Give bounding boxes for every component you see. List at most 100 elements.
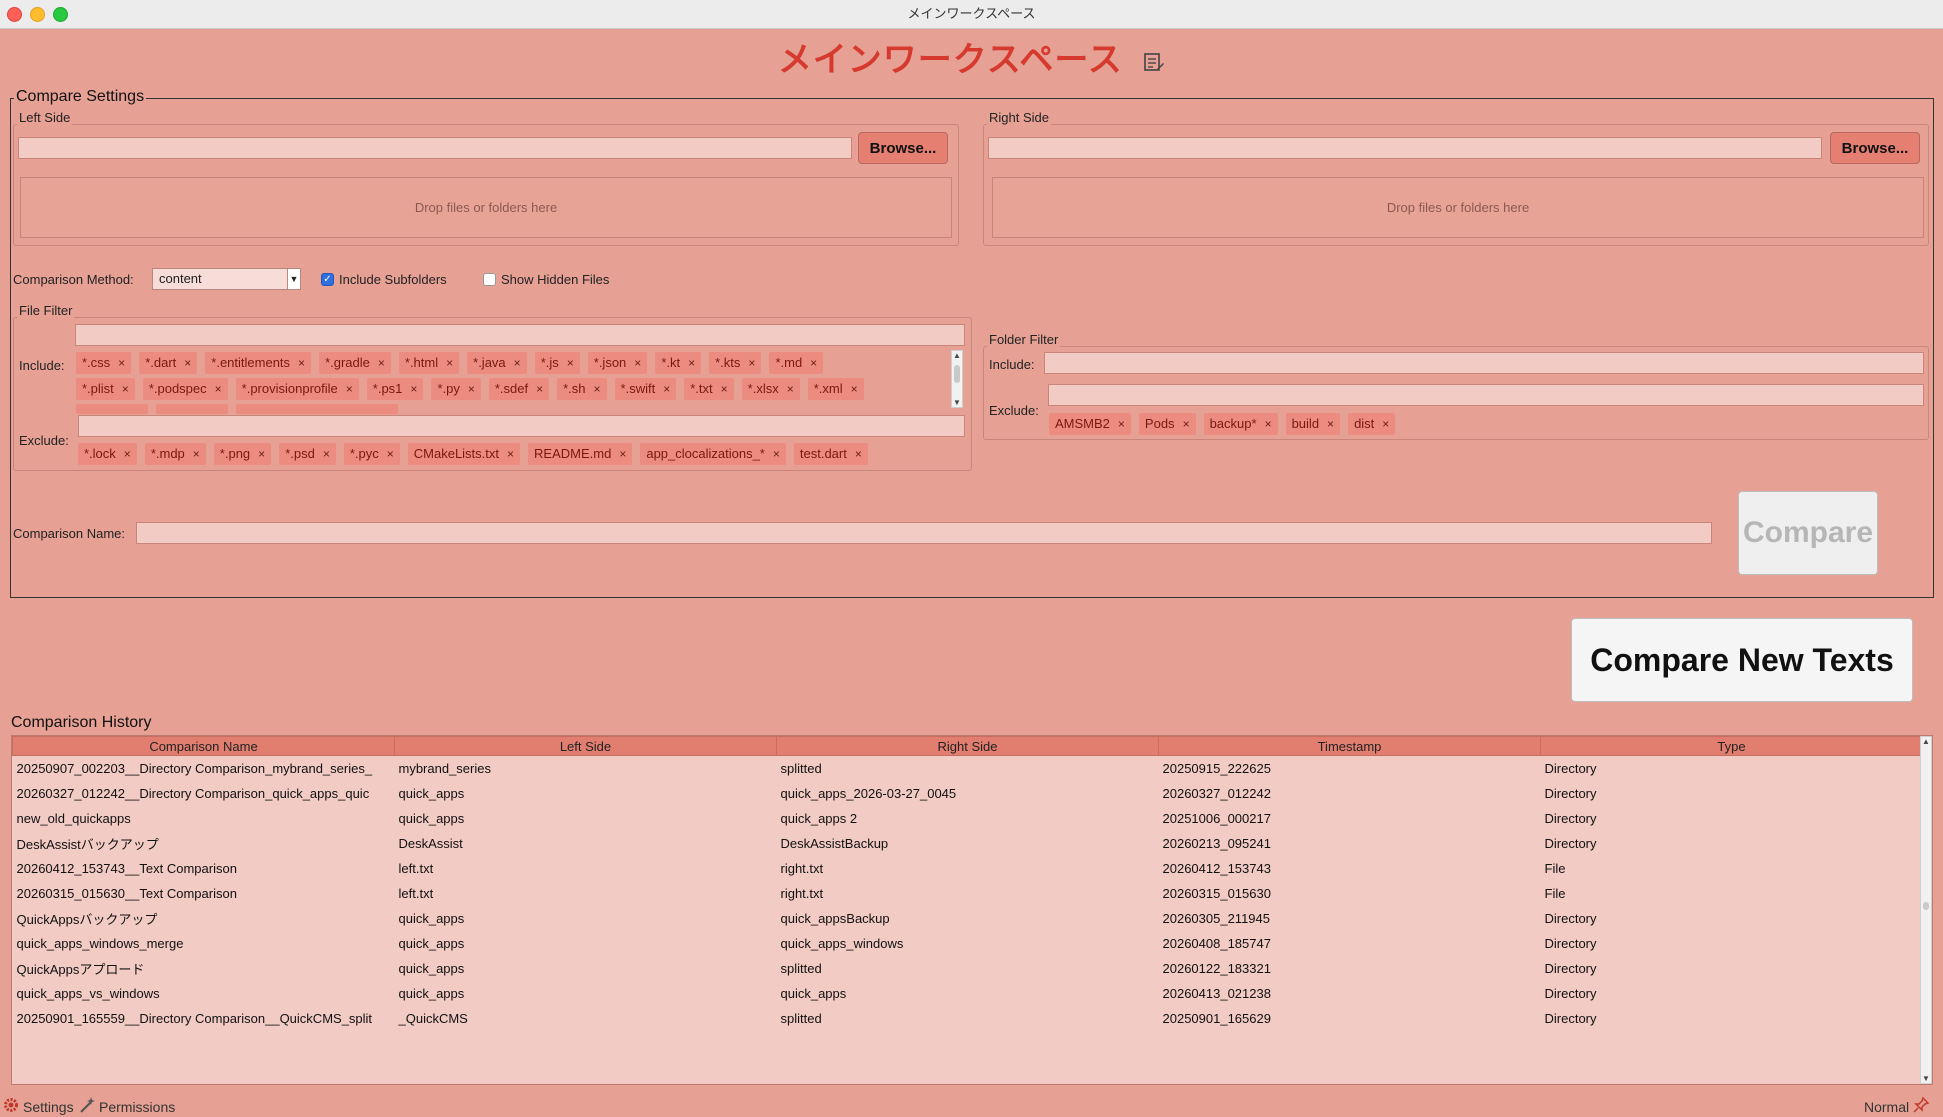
history-scrollbar[interactable]: ▲ ▼ [1920,736,1932,1084]
remove-tag-icon[interactable]: × [855,445,862,463]
remove-tag-icon[interactable]: × [1382,415,1389,433]
filter-tag: *.entitlements × [205,352,312,374]
remove-tag-icon[interactable]: × [258,445,265,463]
table-row[interactable]: quick_apps_windows_merge quick_apps quick_… [13,931,1923,956]
folder-exclude-input[interactable] [1048,384,1924,406]
remove-tag-icon[interactable]: × [773,445,780,463]
remove-tag-icon[interactable]: × [193,445,200,463]
table-row[interactable]: QuickAppsバックアップ quick_apps quick_appsBacku… [13,906,1923,931]
remove-tag-icon[interactable]: × [514,354,521,372]
file-include-label: Include: [19,358,65,373]
scroll-thumb[interactable] [954,365,960,383]
zoom-window-button[interactable] [53,7,68,22]
scroll-thumb[interactable] [1923,902,1929,910]
comparison-name-input[interactable] [136,522,1712,544]
remove-tag-icon[interactable]: × [410,380,417,398]
compare-new-texts-button[interactable]: Compare New Texts [1571,618,1913,702]
scroll-up-icon[interactable]: ▲ [1921,737,1931,746]
left-drop-zone[interactable]: Drop files or folders here [20,177,952,238]
filter-tag: AMSMB2 × [1049,413,1131,435]
scroll-down-icon[interactable]: ▼ [952,398,962,407]
table-row[interactable]: 20260327_012242__Directory Comparison_qu… [13,781,1923,806]
remove-tag-icon[interactable]: × [567,354,574,372]
remove-tag-icon[interactable]: × [1327,415,1334,433]
folder-exclude-tags: AMSMB2 × Pods × backup* × build × dist × [1049,413,1396,435]
column-header-type[interactable]: Type [1540,736,1923,756]
left-browse-button[interactable]: Browse... [858,132,948,164]
remove-tag-icon[interactable]: × [446,354,453,372]
remove-tag-icon[interactable]: × [346,380,353,398]
remove-tag-icon[interactable]: × [387,445,394,463]
right-path-input[interactable] [988,137,1822,159]
scroll-up-icon[interactable]: ▲ [952,351,962,360]
right-browse-button[interactable]: Browse... [1830,132,1920,164]
permissions-button[interactable]: Permissions [78,1096,175,1117]
show-hidden-files-checkbox[interactable]: Show Hidden Files [483,272,609,287]
remove-tag-icon[interactable]: × [124,445,131,463]
file-include-scrollbar[interactable]: ▲ ▼ [951,350,963,408]
remove-tag-icon[interactable]: × [721,380,728,398]
remove-tag-icon[interactable]: × [748,354,755,372]
file-include-input[interactable] [75,324,965,346]
table-row[interactable]: quick_apps_vs_windows quick_apps quick_app… [13,981,1923,1006]
remove-tag-icon[interactable]: × [468,380,475,398]
table-row[interactable]: 20260315_015630__Text Comparison left.txt… [13,881,1923,906]
column-header-right-side[interactable]: Right Side [776,736,1159,756]
remove-tag-icon[interactable]: × [1265,415,1272,433]
remove-tag-icon[interactable]: × [688,354,695,372]
edit-note-icon[interactable] [1143,43,1165,82]
table-row[interactable]: 20260412_153743__Text Comparison left.txt… [13,856,1923,881]
remove-tag-icon[interactable]: × [787,380,794,398]
chevron-down-icon: ▼ [287,269,300,289]
remove-tag-icon[interactable]: × [1183,415,1190,433]
filter-tag: *.provisionprofile × [235,378,359,400]
remove-tag-icon[interactable]: × [1118,415,1125,433]
remove-tag-icon[interactable]: × [851,380,858,398]
remove-tag-icon[interactable]: × [619,445,626,463]
filter-tag: *.podspec × [142,378,228,400]
remove-tag-icon[interactable]: × [810,354,817,372]
filter-tag: *.html × [398,352,460,374]
compare-button[interactable]: Compare [1738,491,1878,575]
window-titlebar: メインワークスペース [0,0,1943,29]
remove-tag-icon[interactable]: × [663,380,670,398]
table-row[interactable]: 20250907_002203__Directory Comparison_my… [13,756,1923,782]
remove-tag-icon[interactable]: × [215,380,222,398]
remove-tag-icon[interactable]: × [507,445,514,463]
remove-tag-icon[interactable]: × [122,380,129,398]
comparison-method-select[interactable]: content ▼ [152,268,301,290]
scroll-down-icon[interactable]: ▼ [1921,1074,1931,1083]
include-subfolders-checkbox[interactable]: ✓ Include Subfolders [321,272,447,287]
remove-tag-icon[interactable]: × [184,354,191,372]
table-row[interactable]: new_old_quickapps quick_apps quick_apps 22… [13,806,1923,831]
remove-tag-icon[interactable]: × [594,380,601,398]
left-path-input[interactable] [18,137,852,159]
remove-tag-icon[interactable]: × [634,354,641,372]
settings-button[interactable]: Settings [2,1096,74,1117]
column-header-timestamp[interactable]: Timestamp [1158,736,1541,756]
filter-tag: *.lock × [78,443,137,465]
column-header-comparison-name[interactable]: Comparison Name [12,736,395,756]
table-row[interactable]: 20250901_165559__Directory Comparison__Q… [13,1006,1923,1031]
table-row[interactable]: DeskAssistバックアップ DeskAssist DeskAssistBack… [13,831,1923,856]
mode-indicator[interactable]: Normal [1864,1096,1930,1117]
filter-tag: *.swift × [614,378,677,400]
workspace-title: メインワークスペース [0,32,1943,82]
remove-tag-icon[interactable]: × [118,354,125,372]
folder-include-input[interactable] [1044,352,1924,374]
file-exclude-input[interactable] [78,415,965,437]
minimize-window-button[interactable] [30,7,45,22]
remove-tag-icon[interactable]: × [378,354,385,372]
close-window-button[interactable] [7,7,22,22]
filter-tag-clipped [76,404,148,414]
remove-tag-icon[interactable]: × [298,354,305,372]
status-bar: Settings Permissions Normal [0,1096,1943,1116]
remove-tag-icon[interactable]: × [323,445,330,463]
history-header-row: Comparison Name Left Side Right Side Tim… [12,736,1923,756]
table-row[interactable]: QuickAppsアプロード quick_apps splitted 20260122… [13,956,1923,981]
right-drop-zone[interactable]: Drop files or folders here [992,177,1924,238]
remove-tag-icon[interactable]: × [536,380,543,398]
permissions-label: Permissions [99,1098,176,1115]
show-hidden-files-label: Show Hidden Files [501,272,610,287]
column-header-left-side[interactable]: Left Side [394,736,777,756]
